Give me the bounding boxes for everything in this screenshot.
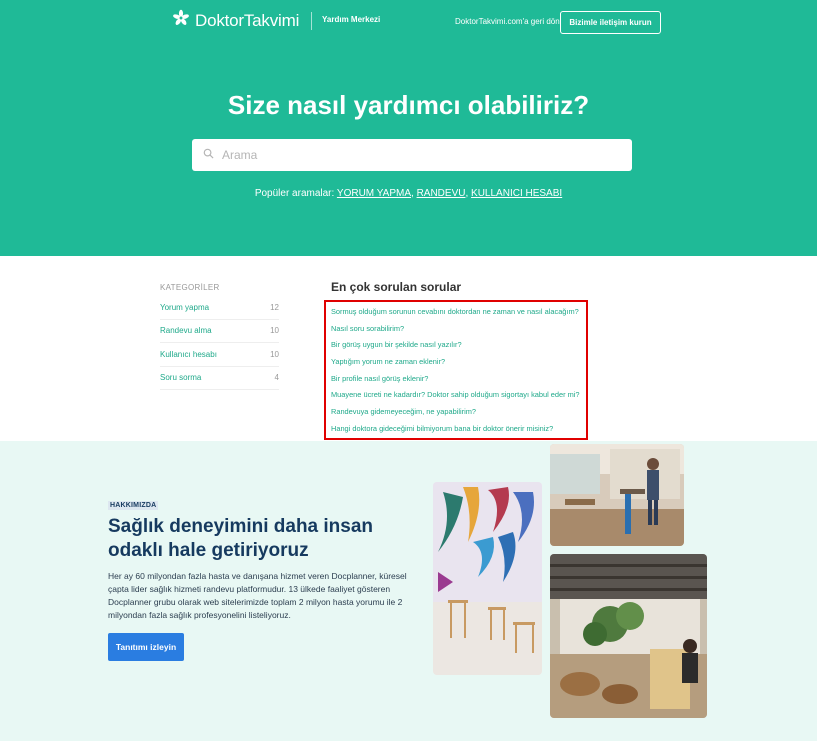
watch-intro-button[interactable]: Tanıtımı izleyin [108, 633, 184, 661]
category-count: 12 [270, 302, 279, 312]
help-center-label[interactable]: Yardım Merkezi [322, 15, 380, 24]
faq-item[interactable]: Hangi doktora gideceğimi bilmiyorum bana… [331, 421, 580, 438]
faq-item[interactable]: Nasıl soru sorabilirim? [331, 321, 580, 338]
office-photo-people [550, 444, 684, 546]
category-count: 10 [270, 326, 279, 336]
faq-highlight-box: Sormuş olduğum sorunun cevabını doktorda… [324, 300, 588, 440]
office-photo-mural [433, 482, 542, 675]
contact-button[interactable]: Bizimle iletişim kurun [560, 11, 661, 34]
popular-link-kullanici[interactable]: KULLANICI HESABI [471, 188, 562, 199]
categories-heading: KATEGORİLER [160, 283, 220, 292]
about-title: Sağlık deneyimini daha insan odaklı hale… [108, 516, 374, 561]
brand-name: DoktorTakvimi [195, 10, 300, 30]
popular-searches: Popüler aramalar: YORUM YAPMA, RANDEVU, … [254, 188, 563, 199]
category-count: 4 [274, 373, 279, 383]
category-label: Randevu alma [160, 326, 212, 336]
faq-title: En çok sorulan sorular [331, 280, 462, 294]
logo-icon [172, 9, 190, 32]
category-label: Yorum yapma [160, 302, 210, 312]
category-item-kullanici[interactable]: Kullanıcı hesabı 10 [160, 343, 279, 367]
back-to-site-link[interactable]: DoktorTakvimi.com'a geri dön [455, 17, 560, 26]
page-title: Size nasıl yardımcı olabiliriz? [227, 90, 590, 120]
search-icon [203, 146, 214, 164]
category-item-yorum[interactable]: Yorum yapma 12 [160, 296, 279, 320]
popular-link-randevu[interactable]: RANDEVU [417, 188, 466, 199]
faq-item[interactable]: Sormuş olduğum sorunun cevabını doktorda… [331, 304, 580, 321]
hero-section: DoktorTakvimi Yardım Merkezi DoktorTakvi… [0, 0, 817, 256]
faq-item[interactable]: Bir görüş uygun bir şekilde nasıl yazılı… [331, 337, 580, 354]
category-item-soru[interactable]: Soru sorma 4 [160, 367, 279, 390]
faq-item[interactable]: Muayene ücreti ne kadardır? Doktor sahip… [331, 387, 580, 404]
brand-logo[interactable]: DoktorTakvimi [172, 9, 299, 32]
category-label: Soru sorma [160, 373, 202, 383]
category-item-randevu[interactable]: Randevu alma 10 [160, 320, 279, 343]
faq-item[interactable]: Bir profile nasıl görüş eklenir? [331, 371, 580, 388]
categories-list: Yorum yapma 12 Randevu alma 10 Kullanıcı… [160, 296, 279, 390]
category-label: Kullanıcı hesabı [160, 349, 217, 359]
search-input[interactable] [222, 148, 602, 162]
search-box[interactable] [192, 139, 632, 171]
office-photo-lounge [550, 554, 707, 718]
header-divider [311, 12, 312, 30]
popular-link-yorum[interactable]: YORUM YAPMA [337, 188, 411, 199]
popular-label: Popüler aramalar: [254, 188, 335, 199]
faq-item[interactable]: Randevuya gidemeyeceğim, ne yapabilirim? [331, 404, 580, 421]
about-text: Her ay 60 milyondan fazla hasta ve danış… [108, 571, 407, 620]
faq-list: Sormuş olduğum sorunun cevabını doktorda… [331, 304, 580, 438]
faq-item[interactable]: Yaptığım yorum ne zaman eklenir? [331, 354, 580, 371]
category-count: 10 [270, 349, 279, 359]
page-bottom-strip [0, 741, 817, 749]
about-badge: HAKKIMIZDA [108, 501, 159, 510]
